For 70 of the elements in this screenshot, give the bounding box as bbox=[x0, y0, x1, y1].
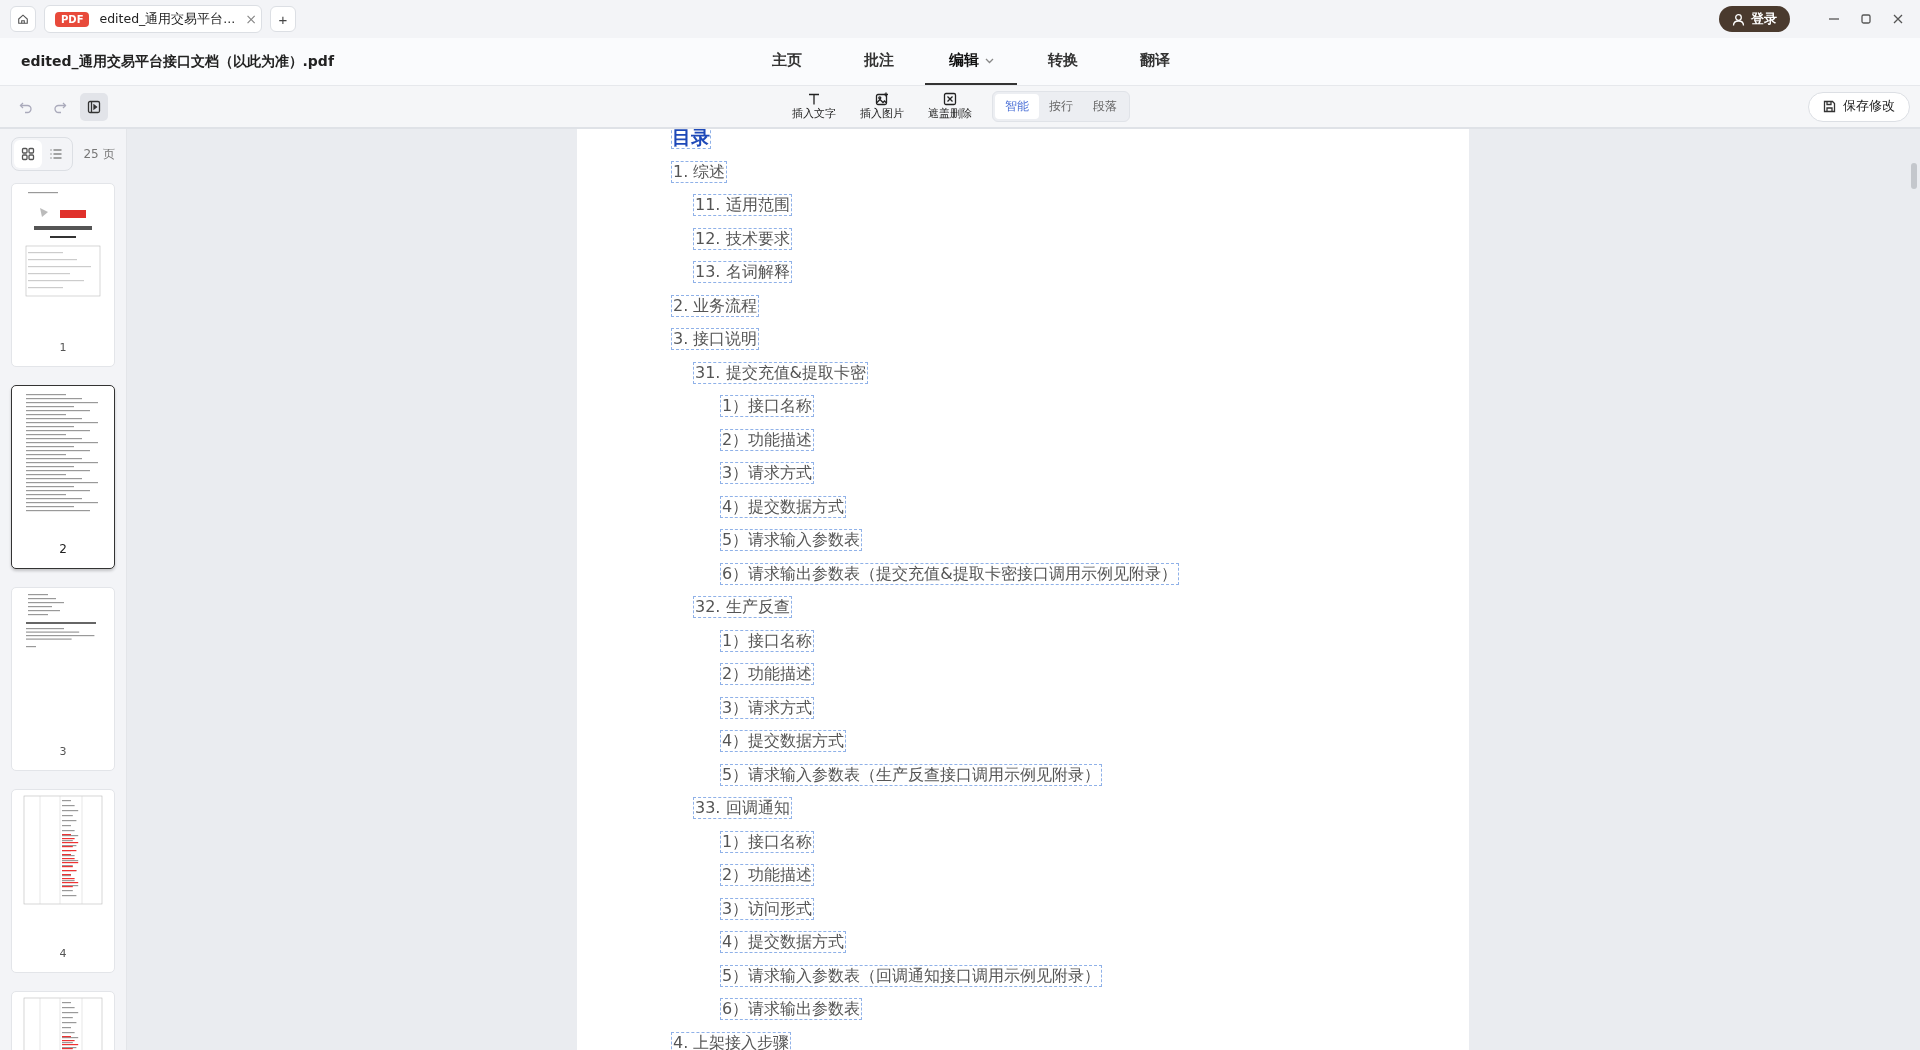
toc-entry[interactable]: 1）接口名称 bbox=[720, 395, 815, 418]
new-tab-button[interactable]: + bbox=[270, 6, 296, 32]
page-thumbnail[interactable]: 1 bbox=[11, 183, 115, 367]
toc-entry[interactable]: 2）功能描述 bbox=[720, 864, 815, 887]
panel-toggle-button[interactable] bbox=[80, 92, 108, 121]
toc-entry[interactable]: 2）功能描述 bbox=[720, 428, 815, 451]
toc-entry[interactable]: 3. 接口说明 bbox=[671, 328, 760, 351]
grid-view-icon bbox=[21, 147, 36, 161]
document-title: edited_通用交易平台接口文档（以此为准）.pdf bbox=[20, 52, 336, 71]
panel-icon bbox=[87, 99, 101, 114]
mask-delete-icon bbox=[943, 92, 957, 106]
list-view-icon bbox=[49, 147, 64, 161]
mode-option[interactable]: 段落 bbox=[1083, 94, 1127, 119]
page-number: 3 bbox=[59, 745, 67, 758]
ribbon-tab[interactable]: 主页 bbox=[741, 38, 833, 85]
page-number: 4 bbox=[59, 947, 67, 960]
mode-option[interactable]: 按行 bbox=[1039, 94, 1083, 119]
toc-entry[interactable]: 32. 生产反查 bbox=[693, 596, 792, 619]
toc-entry[interactable]: 12. 技术要求 bbox=[693, 227, 792, 250]
toc-entry[interactable]: 5）请求输入参数表 bbox=[720, 529, 863, 552]
toc-entry[interactable]: 5）请求输入参数表（生产反查接口调用示例见附录） bbox=[720, 763, 1103, 786]
ribbon-tab[interactable]: 翻译 bbox=[1109, 38, 1201, 85]
home-icon bbox=[17, 12, 29, 26]
save-icon bbox=[1823, 100, 1836, 113]
toc-entry[interactable]: 6）请求输出参数表（提交充值&提取卡密接口调用示例见附录） bbox=[720, 562, 1179, 585]
page-number: 1 bbox=[59, 341, 67, 354]
maximize-icon[interactable] bbox=[1860, 13, 1872, 25]
mode-option[interactable]: 智能 bbox=[995, 94, 1039, 119]
home-button[interactable] bbox=[10, 6, 36, 32]
view-toggle[interactable] bbox=[14, 140, 43, 168]
page-count: 25 页 bbox=[83, 145, 115, 163]
ribbon-tab[interactable]: 批注 bbox=[833, 38, 925, 85]
toc-entry[interactable]: 3）请求方式 bbox=[720, 696, 815, 719]
page-thumbnail[interactable]: 4 bbox=[11, 789, 115, 973]
save-button[interactable]: 保存修改 bbox=[1808, 91, 1910, 122]
document-tab[interactable]: PDF edited_通用交易平台... × bbox=[44, 5, 262, 33]
toc-entry[interactable]: 11. 适用范围 bbox=[693, 194, 792, 217]
pdf-badge: PDF bbox=[55, 11, 90, 27]
page-number: 2 bbox=[59, 542, 67, 556]
tool-button[interactable]: 遮盖删除 bbox=[924, 92, 976, 121]
scrollbar-thumb[interactable] bbox=[1911, 163, 1917, 189]
login-button[interactable]: 登录 bbox=[1719, 6, 1790, 32]
toc-entry[interactable]: 1）接口名称 bbox=[720, 629, 815, 652]
tab-title: edited_通用交易平台... bbox=[99, 10, 236, 28]
toc-entry[interactable]: 6）请求输出参数表 bbox=[720, 998, 863, 1021]
toc-entry[interactable]: 2. 业务流程 bbox=[671, 294, 760, 317]
close-tab-button[interactable]: × bbox=[245, 11, 257, 27]
toc-entry[interactable]: 13. 名词解释 bbox=[693, 261, 792, 284]
toc-entry[interactable]: 4）提交数据方式 bbox=[720, 495, 847, 518]
toc-entry[interactable]: 1）接口名称 bbox=[720, 830, 815, 853]
tool-button[interactable]: 插入文字 bbox=[788, 92, 840, 121]
toc-entry[interactable]: 33. 回调通知 bbox=[693, 797, 792, 820]
toc-entry[interactable]: 4）提交数据方式 bbox=[720, 931, 847, 954]
toc-entry[interactable]: 3）访问形式 bbox=[720, 897, 815, 920]
toc-heading: 目录 bbox=[671, 129, 711, 149]
page-thumbnail[interactable]: 3 bbox=[11, 587, 115, 771]
close-icon[interactable] bbox=[1892, 13, 1904, 25]
tool-button[interactable]: 插入图片 bbox=[856, 92, 908, 121]
user-icon bbox=[1732, 12, 1745, 26]
toc-entry[interactable]: 5）请求输入参数表（回调通知接口调用示例见附录） bbox=[720, 964, 1103, 987]
toc-entry[interactable]: 4）提交数据方式 bbox=[720, 730, 847, 753]
page-thumbnail[interactable]: 2 bbox=[11, 385, 115, 569]
toc-entry[interactable]: 2）功能描述 bbox=[720, 663, 815, 686]
image-add-icon bbox=[875, 92, 889, 106]
toc-entry[interactable]: 3）请求方式 bbox=[720, 462, 815, 485]
toc-entry[interactable]: 4. 上架接入步骤 bbox=[671, 1031, 792, 1050]
toc-entry[interactable]: 1. 综述 bbox=[671, 160, 728, 183]
toc-entry[interactable]: 31. 提交充值&提取卡密 bbox=[693, 361, 868, 384]
text-icon bbox=[807, 92, 821, 106]
ribbon-tab[interactable]: 转换 bbox=[1017, 38, 1109, 85]
